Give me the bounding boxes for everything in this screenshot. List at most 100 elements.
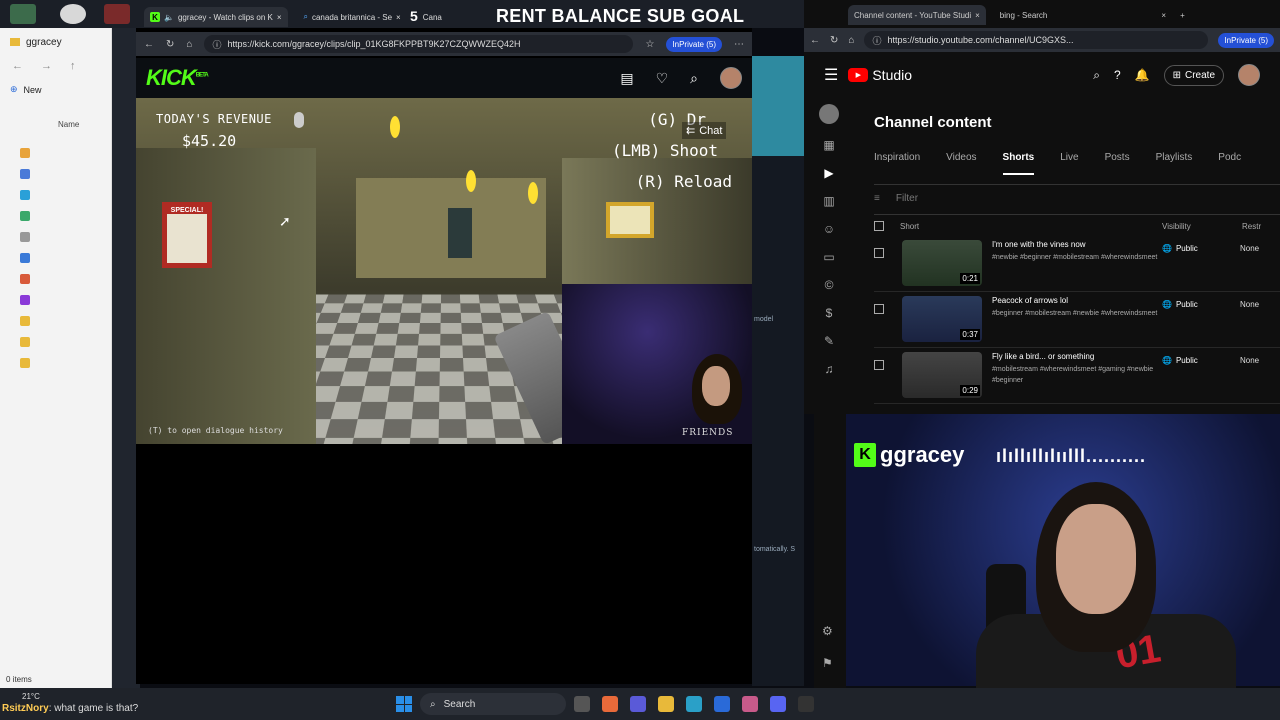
folder-icon[interactable] [20,337,30,347]
row-checkbox[interactable] [874,360,884,370]
hamburger-menu-icon[interactable]: ☰ [824,65,838,85]
table-row[interactable]: 0:29 Fly like a bird... or something #mo… [874,352,1280,404]
browser-tab[interactable]: bing - Search × [994,5,1172,25]
browser-tab[interactable]: Cana [417,7,448,27]
content-icon[interactable]: ▶ [824,166,833,180]
subtitles-icon[interactable]: ▭ [823,250,834,264]
video-title[interactable]: Peacock of arrows lol [992,296,1162,305]
select-all-checkbox[interactable] [874,221,884,231]
browser-tab[interactable]: ⌕ canada britannica - Se × [298,7,407,27]
new-button[interactable]: ⊕ New [0,80,111,99]
analytics-icon[interactable]: ▥ [823,194,834,208]
video-title[interactable]: Fly like a bird... or something [992,352,1162,361]
desktop-icon[interactable] [20,190,30,200]
tab-inspiration[interactable]: Inspiration [874,152,920,175]
column-header-name[interactable]: Name [58,120,79,129]
videos-icon[interactable] [20,295,30,305]
game-video-player[interactable]: SPECIAL! TODAY'S REVENUE $45.20 (G) Dr (… [136,98,752,444]
browser-tab[interactable]: Channel content - YouTube Studi × [848,5,986,25]
teams-icon[interactable] [630,696,646,712]
table-row[interactable]: 0:37 Peacock of arrows lol #beginner #mo… [874,296,1280,348]
weather-widget[interactable]: 21°C [22,692,40,701]
task-view-icon[interactable] [574,696,590,712]
url-field[interactable]: ⓘ https://studio.youtube.com/channel/UC9… [864,31,1209,49]
refresh-icon[interactable]: ↻ [830,35,838,46]
bell-icon[interactable]: 🔔 [1135,68,1150,82]
home-icon[interactable]: ⌂ [186,39,192,50]
kick-logo[interactable]: KICKBETA [146,65,209,91]
row-checkbox[interactable] [874,304,884,314]
obs-icon[interactable] [798,696,814,712]
visibility-cell[interactable]: 🌐 Public [1162,356,1240,365]
site-info-icon[interactable]: ⓘ [212,38,221,51]
edge-icon[interactable] [686,696,702,712]
up-arrow-icon[interactable]: ↑ [70,60,76,76]
more-icon[interactable]: ⋯ [734,39,744,50]
video-thumbnail[interactable]: 0:37 [902,296,982,342]
audio-library-icon[interactable]: ♫ [825,362,834,376]
new-tab-icon[interactable]: + [1180,11,1185,20]
settings-gear-icon[interactable]: ⚙ [822,624,833,638]
back-arrow-icon[interactable]: ← [810,35,820,46]
close-icon[interactable]: × [396,13,401,22]
music-icon[interactable] [20,274,30,284]
clips-icon[interactable]: ▤ [620,70,633,87]
video-thumbnail[interactable]: 0:29 [902,352,982,398]
row-checkbox[interactable] [874,248,884,258]
folder-icon[interactable] [20,358,30,368]
table-row[interactable]: 0:21 I'm one with the vines now #newbie … [874,240,1280,292]
chat-toggle-button[interactable]: ⇇ Chat [682,122,727,139]
heart-icon[interactable]: ♡ [656,70,669,87]
app-icon[interactable] [742,696,758,712]
channel-avatar[interactable] [819,104,839,124]
yt-studio-logo[interactable]: ▶ Studio [848,67,912,83]
tab-posts[interactable]: Posts [1105,152,1130,175]
site-info-icon[interactable]: ⓘ [872,34,881,47]
video-title[interactable]: I'm one with the vines now [992,240,1162,249]
help-icon[interactable]: ? [1114,68,1121,82]
inprivate-badge[interactable]: InPrivate (5) [1218,32,1274,48]
start-button[interactable] [396,696,412,712]
close-icon[interactable]: × [277,13,282,22]
copyright-icon[interactable]: © [825,278,834,292]
file-explorer-icon[interactable] [658,696,674,712]
tab-shorts[interactable]: Shorts [1002,152,1035,175]
taskbar-search[interactable]: ⌕ Search [420,693,566,715]
favorite-star-icon[interactable]: ☆ [645,39,654,50]
feedback-icon[interactable]: ⚑ [822,656,833,670]
browser-tab[interactable]: K 🔈 ggracey - Watch clips on K × [144,7,288,27]
create-button[interactable]: ⊞ Create [1163,64,1224,86]
copilot-icon[interactable] [602,696,618,712]
url-field[interactable]: ⓘ https://kick.com/ggracey/clips/clip_01… [204,35,634,53]
inprivate-badge[interactable]: InPrivate (5) [666,36,722,52]
pictures-icon[interactable] [20,253,30,263]
customization-icon[interactable]: ✎ [824,334,834,348]
folder-icon[interactable] [20,316,30,326]
tab-videos[interactable]: Videos [946,152,976,175]
earn-icon[interactable]: $ [826,306,833,320]
user-avatar[interactable] [1238,64,1260,86]
visibility-cell[interactable]: 🌐 Public [1162,300,1240,309]
filter-input[interactable]: Filter [896,193,918,204]
close-icon[interactable]: × [1161,11,1166,20]
close-icon[interactable]: × [975,11,980,20]
tab-podcasts[interactable]: Podc [1218,152,1241,175]
discord-icon[interactable] [770,696,786,712]
forward-arrow-icon[interactable]: → [41,60,52,76]
back-arrow-icon[interactable]: ← [12,60,23,76]
tab-playlists[interactable]: Playlists [1156,152,1193,175]
store-icon[interactable] [714,696,730,712]
documents-icon[interactable] [20,232,30,242]
search-icon[interactable]: ⌕ [1093,68,1100,83]
video-thumbnail[interactable]: 0:21 [902,240,982,286]
gallery-icon[interactable] [20,169,30,179]
back-arrow-icon[interactable]: ← [144,39,154,50]
filter-icon[interactable]: ≡ [874,193,880,204]
downloads-icon[interactable] [20,211,30,221]
home-icon[interactable]: ⌂ [848,35,854,46]
home-icon[interactable] [20,148,30,158]
visibility-cell[interactable]: 🌐 Public [1162,244,1240,253]
user-avatar[interactable] [720,67,742,89]
refresh-icon[interactable]: ↻ [166,39,174,50]
search-icon[interactable]: ⌕ [690,70,698,87]
